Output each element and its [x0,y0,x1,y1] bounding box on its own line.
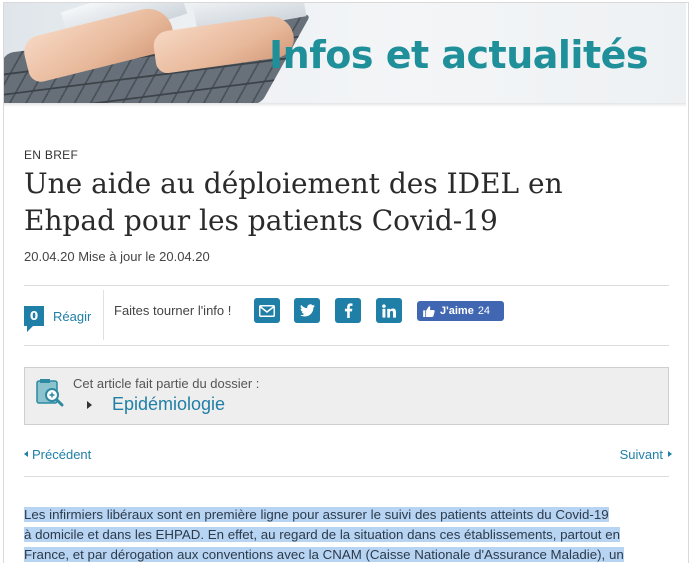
header-banner: Infos et actualités [4,3,686,103]
folder-search-icon [36,379,64,407]
article-kicker: EN BREF [24,148,79,162]
next-link[interactable]: Suivant [620,447,672,462]
facebook-share-button[interactable] [335,298,361,323]
banner-title: Infos et actualités [269,33,648,77]
article-date: 20.04.20 Mise à jour le 20.04.20 [24,249,210,264]
article-title: Une aide au déploiement des IDEL en Ehpa… [24,167,563,237]
body-line: Les infirmiers libéraux sont en première… [24,505,674,525]
chevron-right-icon [668,451,672,457]
react-button[interactable]: 0 Réagir [24,306,92,332]
previous-link[interactable]: Précédent [24,447,91,462]
facebook-icon [344,303,352,318]
comment-count-badge: 0 [24,306,44,332]
twitter-share-button[interactable] [294,298,320,323]
email-share-button[interactable] [254,298,280,323]
previous-label: Précédent [32,447,92,462]
like-count: 24 [477,305,491,317]
dossier-link[interactable]: Epidémiologie [112,394,225,415]
envelope-icon [259,304,275,317]
react-label: Réagir [53,308,92,324]
next-label: Suivant [619,447,663,462]
divider [24,285,669,286]
divider [24,345,669,346]
thumbs-up-icon [423,305,435,317]
twitter-icon [299,304,315,317]
dossier-note: Cet article fait partie du dossier : [73,376,260,391]
selected-text: à domicile et dans les EHPAD. En effet, … [24,527,620,542]
divider [24,476,669,477]
share-text: Faites tourner l'info ! [114,303,232,318]
linkedin-icon [382,303,396,318]
article-body: Les infirmiers libéraux sont en première… [24,505,674,565]
like-label: J'aime [440,305,474,317]
selected-text: Les infirmiers libéraux sont en première… [24,507,609,522]
linkedin-share-button[interactable] [376,298,402,323]
facebook-like-button[interactable]: J'aime 24 [417,301,504,321]
divider [103,290,104,340]
banner-shadow [4,103,686,107]
dossier-box: Cet article fait partie du dossier : Epi… [24,367,669,425]
caret-right-icon [87,401,92,409]
chevron-left-icon [24,451,28,457]
body-line: France, et par dérogation aux convention… [24,545,674,565]
body-line: à domicile et dans les EHPAD. En effet, … [24,525,674,545]
